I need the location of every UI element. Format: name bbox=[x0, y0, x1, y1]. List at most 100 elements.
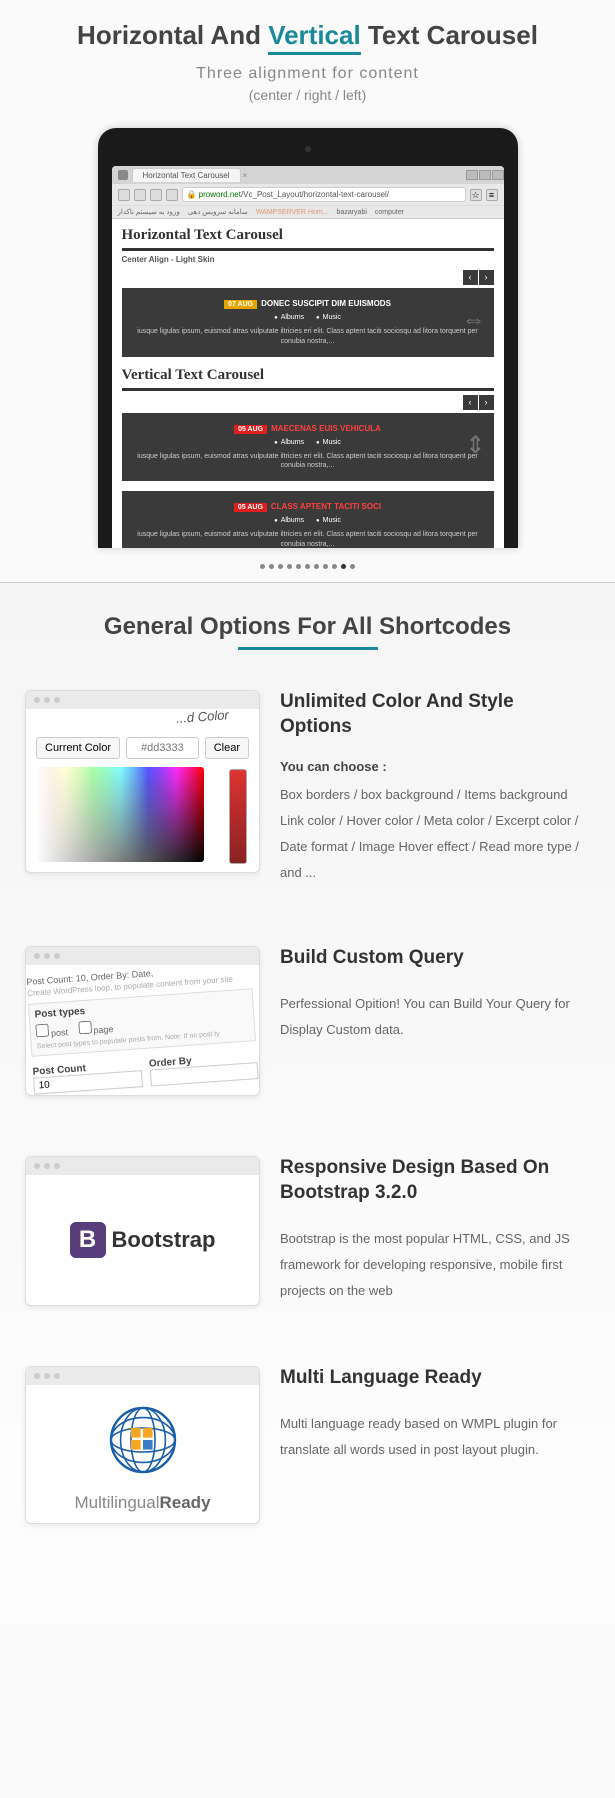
feature-title: Build Custom Query bbox=[280, 946, 590, 971]
minimize-icon[interactable] bbox=[466, 170, 478, 180]
feature-multilingual: MultilingualReady Multi Language Ready M… bbox=[0, 1366, 615, 1584]
feature-desc: Bootstrap is the most popular HTML, CSS,… bbox=[280, 1226, 590, 1304]
multilingual-preview: MultilingualReady bbox=[26, 1385, 259, 1523]
menu-button[interactable]: ≡ bbox=[486, 189, 498, 201]
address-bar-row: 🔒 proword.net/Vc_Post_Layout/horizontal-… bbox=[112, 184, 504, 205]
title-text-before: Horizontal And bbox=[77, 20, 268, 50]
bookmark[interactable]: ورود به سیستم ناکدار bbox=[118, 208, 180, 216]
url-path: /Vc_Post_Layout/horizontal-text-carousel… bbox=[241, 190, 389, 199]
maximize-icon[interactable] bbox=[479, 170, 491, 180]
dot[interactable] bbox=[305, 564, 310, 569]
thumb-chrome bbox=[26, 691, 259, 709]
bookmark[interactable]: computer bbox=[375, 208, 404, 216]
thumb-chrome bbox=[26, 1367, 259, 1385]
prev-button[interactable]: ‹ bbox=[463, 395, 478, 410]
url-host: proword.net bbox=[199, 190, 241, 199]
window-controls bbox=[465, 170, 504, 180]
page-h2: Vertical Text Carousel bbox=[122, 367, 494, 391]
bookmark[interactable]: سامانه سرویس دهی bbox=[188, 208, 248, 216]
section-options: General Options For All Shortcodes ...d … bbox=[0, 582, 615, 1624]
browser-window: Horizontal Text Carousel × 🔒 proword.net… bbox=[112, 166, 504, 548]
color-controls: Current Color #dd3333 Clear bbox=[36, 737, 249, 759]
next-button[interactable]: › bbox=[479, 270, 494, 285]
browser-tab[interactable]: Horizontal Text Carousel bbox=[132, 168, 241, 182]
feature-content: Unlimited Color And Style Options You ca… bbox=[280, 690, 590, 886]
posttype-post[interactable]: post bbox=[36, 1028, 69, 1040]
back-button[interactable] bbox=[118, 189, 130, 201]
dot[interactable] bbox=[314, 564, 319, 569]
section-subtitle: Three alignment for content bbox=[0, 65, 615, 83]
bookmark[interactable]: WAMPSERVER Hom... bbox=[256, 208, 329, 216]
feature-title: Unlimited Color And Style Options bbox=[280, 690, 590, 739]
feature-color: ...d Color Current Color #dd3333 Clear U… bbox=[0, 690, 615, 946]
card-cat[interactable]: Albums bbox=[274, 439, 304, 446]
card-cat[interactable]: Music bbox=[316, 517, 341, 524]
checkbox-page[interactable] bbox=[78, 1021, 92, 1035]
dot[interactable] bbox=[332, 564, 337, 569]
page-content: Horizontal Text Carousel Center Align - … bbox=[112, 219, 504, 548]
title-highlight: Vertical bbox=[268, 20, 361, 55]
carousel-item: 05 AUGMAECENAS EUIS VEHICULA Albums Music… bbox=[122, 413, 494, 482]
next-button[interactable]: › bbox=[479, 395, 494, 410]
bootstrap-logo: B Bootstrap bbox=[26, 1175, 259, 1305]
color-picker-preview: ...d Color Current Color #dd3333 Clear bbox=[26, 709, 259, 872]
dot[interactable] bbox=[260, 564, 265, 569]
card-cat[interactable]: Albums bbox=[274, 517, 304, 524]
home-button[interactable] bbox=[166, 189, 178, 201]
card-excerpt: iusque ligulas ipsum, euismod atras vulp… bbox=[132, 327, 484, 347]
checkbox-post[interactable] bbox=[35, 1024, 49, 1038]
card-header: 05 AUGMAECENAS EUIS VEHICULA bbox=[132, 423, 484, 433]
card-cat[interactable]: Music bbox=[316, 314, 341, 321]
forward-button[interactable] bbox=[134, 189, 146, 201]
card-date: 07 AUG bbox=[224, 300, 257, 309]
dot[interactable] bbox=[350, 564, 355, 569]
hex-input[interactable]: #dd3333 bbox=[126, 737, 199, 759]
card-title[interactable]: CLASS APTENT TACITI SOCI bbox=[271, 502, 381, 511]
reload-button[interactable] bbox=[150, 189, 162, 201]
horizontal-arrow-icon: ⇔ bbox=[462, 306, 486, 334]
posttype-page[interactable]: page bbox=[78, 1024, 114, 1036]
title-text-after: Text Carousel bbox=[361, 20, 538, 50]
page-indicator bbox=[0, 548, 615, 582]
carousel-nav: ‹› bbox=[122, 395, 494, 410]
color-gradient[interactable] bbox=[36, 767, 204, 862]
card-title[interactable]: MAECENAS EUIS VEHICULA bbox=[271, 424, 381, 433]
close-tab-icon[interactable]: × bbox=[243, 171, 248, 180]
prev-button[interactable]: ‹ bbox=[463, 270, 478, 285]
dot[interactable] bbox=[323, 564, 328, 569]
card-categories: Albums Music bbox=[132, 314, 484, 321]
card-excerpt: iusque ligulas ipsum, euismod atras vulp… bbox=[132, 452, 484, 472]
card-header: 05 AUG CLASS APTENT TACITI SOCI bbox=[132, 501, 484, 511]
card-categories: Albums Music bbox=[132, 517, 484, 524]
feature-desc: Box borders / box background / Items bac… bbox=[280, 782, 590, 886]
clear-button[interactable]: Clear bbox=[205, 737, 249, 759]
page-h1: Horizontal Text Carousel bbox=[122, 227, 494, 251]
current-color-button[interactable]: Current Color bbox=[36, 737, 120, 759]
bootstrap-b-icon: B bbox=[70, 1222, 106, 1258]
field-label: ...d Color bbox=[176, 707, 230, 726]
feature-lead: You can choose : bbox=[280, 759, 590, 774]
query-row: Post Count Order By bbox=[32, 1051, 258, 1095]
card-title[interactable]: DONEC SUSCIPIT DIM EUISMODS bbox=[261, 299, 391, 308]
close-icon[interactable] bbox=[492, 170, 504, 180]
bookmark[interactable]: bazaryabi bbox=[337, 208, 367, 216]
card-cat[interactable]: Music bbox=[316, 439, 341, 446]
card-cat[interactable]: Albums bbox=[274, 314, 304, 321]
carousel-nav: ‹› bbox=[122, 270, 494, 285]
dot-active[interactable] bbox=[341, 564, 346, 569]
section-title: Horizontal And Vertical Text Carousel bbox=[0, 20, 615, 51]
dot[interactable] bbox=[269, 564, 274, 569]
card-date: 05 AUG bbox=[234, 503, 267, 512]
address-bar[interactable]: 🔒 proword.net/Vc_Post_Layout/horizontal-… bbox=[182, 187, 466, 202]
feature-title: Multi Language Ready bbox=[280, 1366, 590, 1391]
feature-desc: Perfessional Opition! You can Build Your… bbox=[280, 991, 590, 1043]
feature-thumb: MultilingualReady bbox=[25, 1366, 260, 1524]
dot[interactable] bbox=[278, 564, 283, 569]
dot[interactable] bbox=[296, 564, 301, 569]
card-categories: Albums Music bbox=[132, 439, 484, 446]
thumb-chrome bbox=[26, 1157, 259, 1175]
chrome-icon bbox=[118, 170, 128, 180]
favorite-button[interactable]: ☆ bbox=[470, 189, 482, 201]
post-types-panel: Post types post page Select post types t… bbox=[28, 989, 256, 1058]
dot[interactable] bbox=[287, 564, 292, 569]
